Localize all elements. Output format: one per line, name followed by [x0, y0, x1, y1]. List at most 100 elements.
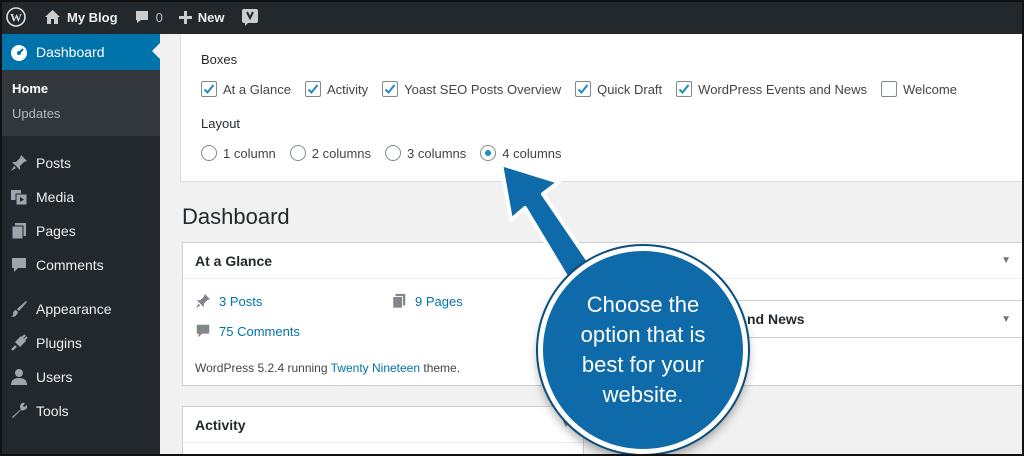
- sidebar-item-label: Comments: [36, 257, 104, 273]
- sidebar-item-comments[interactable]: Comments: [0, 248, 160, 282]
- collapse-toggle-icon[interactable]: ▼: [1001, 255, 1011, 266]
- submenu-updates[interactable]: Updates: [0, 101, 160, 126]
- checkbox-welcome[interactable]: Welcome: [881, 81, 957, 97]
- new-label: New: [197, 9, 225, 25]
- checkbox-at-a-glance[interactable]: At a Glance: [201, 81, 291, 97]
- glance-pages-text: 9 Pages: [415, 293, 463, 309]
- radio-2-columns[interactable]: 2 columns: [289, 145, 371, 161]
- callout-text: Choose the option that is best for your …: [580, 292, 706, 407]
- collapse-toggle-icon[interactable]: ▼: [1001, 314, 1011, 325]
- sidebar-item-users[interactable]: Users: [0, 360, 160, 394]
- svg-text:W: W: [10, 11, 22, 25]
- home-icon: [45, 10, 60, 24]
- comment-bubble-icon: [135, 11, 148, 23]
- sidebar-item-pages[interactable]: Pages: [0, 214, 160, 248]
- callout-bubble: Choose the option that is best for your …: [538, 246, 748, 454]
- sidebar-item-appearance[interactable]: Appearance: [0, 292, 160, 326]
- sidebar-item-label: Dashboard: [36, 44, 105, 60]
- radio-4-columns[interactable]: 4 columns: [480, 145, 562, 161]
- radio-button[interactable]: [289, 145, 306, 161]
- comments-link[interactable]: 0: [126, 0, 171, 34]
- checkmark-icon: [203, 84, 215, 94]
- checkbox-box[interactable]: [382, 81, 399, 97]
- radio-label: 3 columns: [407, 145, 467, 161]
- comments-icon: [196, 324, 210, 338]
- checkbox-box[interactable]: [304, 81, 321, 97]
- theme-link[interactable]: Twenty Nineteen: [331, 361, 420, 375]
- checkmark-icon: [678, 84, 690, 94]
- yoast-menu-button[interactable]: [233, 0, 267, 34]
- checkbox-quick-draft[interactable]: Quick Draft: [575, 81, 662, 97]
- pushpin-icon: [9, 153, 29, 173]
- widget-header[interactable]: nd News ▼: [735, 301, 1023, 337]
- pages-icon: [392, 293, 406, 309]
- glance-comments-text: 75 Comments: [219, 323, 300, 339]
- radio-3-columns[interactable]: 3 columns: [385, 145, 466, 161]
- checkbox-label: Quick Draft: [597, 81, 663, 97]
- sidebar-item-plugins[interactable]: Plugins: [0, 326, 160, 360]
- pushpin-icon: [195, 293, 211, 309]
- site-name-link[interactable]: My Blog: [34, 0, 126, 34]
- submenu-home[interactable]: Home: [0, 76, 160, 101]
- sidebar-item-label: Tools: [36, 403, 69, 419]
- radio-button[interactable]: [201, 145, 217, 161]
- glance-posts-link[interactable]: 3 Posts: [195, 293, 262, 309]
- version-suffix: theme.: [420, 361, 461, 375]
- admin-sidebar: Dashboard Home Updates Posts Media Pages…: [0, 34, 160, 456]
- user-icon: [9, 367, 29, 387]
- widget-title: Activity: [195, 416, 246, 433]
- radio-button[interactable]: [480, 145, 497, 161]
- sidebar-item-label: Plugins: [36, 335, 82, 351]
- sidebar-item-label: Media: [36, 189, 75, 205]
- radio-label: 2 columns: [311, 145, 371, 161]
- sidebar-item-label: Appearance: [36, 301, 112, 317]
- wordpress-logo-button[interactable]: W: [0, 0, 34, 34]
- checkbox-box[interactable]: [881, 81, 897, 97]
- comment-count: 0: [155, 9, 163, 25]
- media-icon: [9, 187, 29, 207]
- checkbox-box[interactable]: [575, 81, 592, 97]
- radio-button[interactable]: [385, 145, 401, 161]
- widget-title: nd News: [747, 311, 805, 327]
- yoast-icon: [241, 9, 258, 26]
- sidebar-item-dashboard[interactable]: Dashboard: [0, 34, 160, 70]
- layout-row: 1 column 2 columns 3 columns 4 columns: [201, 145, 576, 161]
- plug-icon: [9, 333, 29, 353]
- sidebar-item-label: Pages: [36, 223, 76, 239]
- layout-heading: Layout: [201, 116, 241, 131]
- sidebar-item-posts[interactable]: Posts: [0, 146, 160, 180]
- radio-1-column[interactable]: 1 column: [201, 145, 276, 161]
- checkbox-activity[interactable]: Activity: [304, 81, 369, 97]
- radio-label: 1 column: [223, 145, 276, 161]
- checkbox-box[interactable]: [676, 81, 693, 97]
- events-news-widget: nd News ▼: [734, 300, 1024, 338]
- checkmark-icon: [384, 84, 396, 94]
- checkbox-label: Yoast SEO Posts Overview: [404, 81, 562, 97]
- checkbox-label: Welcome: [903, 81, 957, 97]
- activity-widget: Activity ▼: [182, 406, 584, 456]
- checkbox-box[interactable]: [201, 81, 217, 97]
- comments-icon: [9, 255, 29, 275]
- boxes-heading: Boxes: [201, 52, 238, 67]
- pages-icon: [9, 221, 29, 241]
- wp-version-text: WordPress 5.2.4 running Twenty Nineteen …: [195, 361, 460, 375]
- glance-posts-text: 3 Posts: [219, 293, 263, 309]
- sidebar-item-tools[interactable]: Tools: [0, 394, 160, 428]
- new-content-button[interactable]: New: [171, 0, 233, 34]
- boxes-row: At a Glance Activity Yoast SEO Posts Ove…: [201, 81, 971, 97]
- checkbox-label: WordPress Events and News: [698, 81, 867, 97]
- checkbox-events-news[interactable]: WordPress Events and News: [676, 81, 867, 97]
- glance-pages-link[interactable]: 9 Pages: [391, 293, 463, 309]
- wrench-icon: [9, 401, 29, 421]
- glance-comments-link[interactable]: 75 Comments: [195, 323, 300, 339]
- sidebar-item-label: Users: [36, 369, 73, 385]
- version-prefix: WordPress 5.2.4 running: [195, 361, 331, 375]
- sidebar-item-media[interactable]: Media: [0, 180, 160, 214]
- checkbox-label: Activity: [326, 81, 369, 97]
- widget-header[interactable]: Activity ▼: [183, 407, 583, 443]
- radio-label: 4 columns: [502, 145, 562, 161]
- checkbox-yoast-overview[interactable]: Yoast SEO Posts Overview: [382, 81, 561, 97]
- page-title: Dashboard: [182, 204, 290, 229]
- checkmark-icon: [577, 84, 589, 94]
- widget-title: At a Glance: [195, 252, 273, 269]
